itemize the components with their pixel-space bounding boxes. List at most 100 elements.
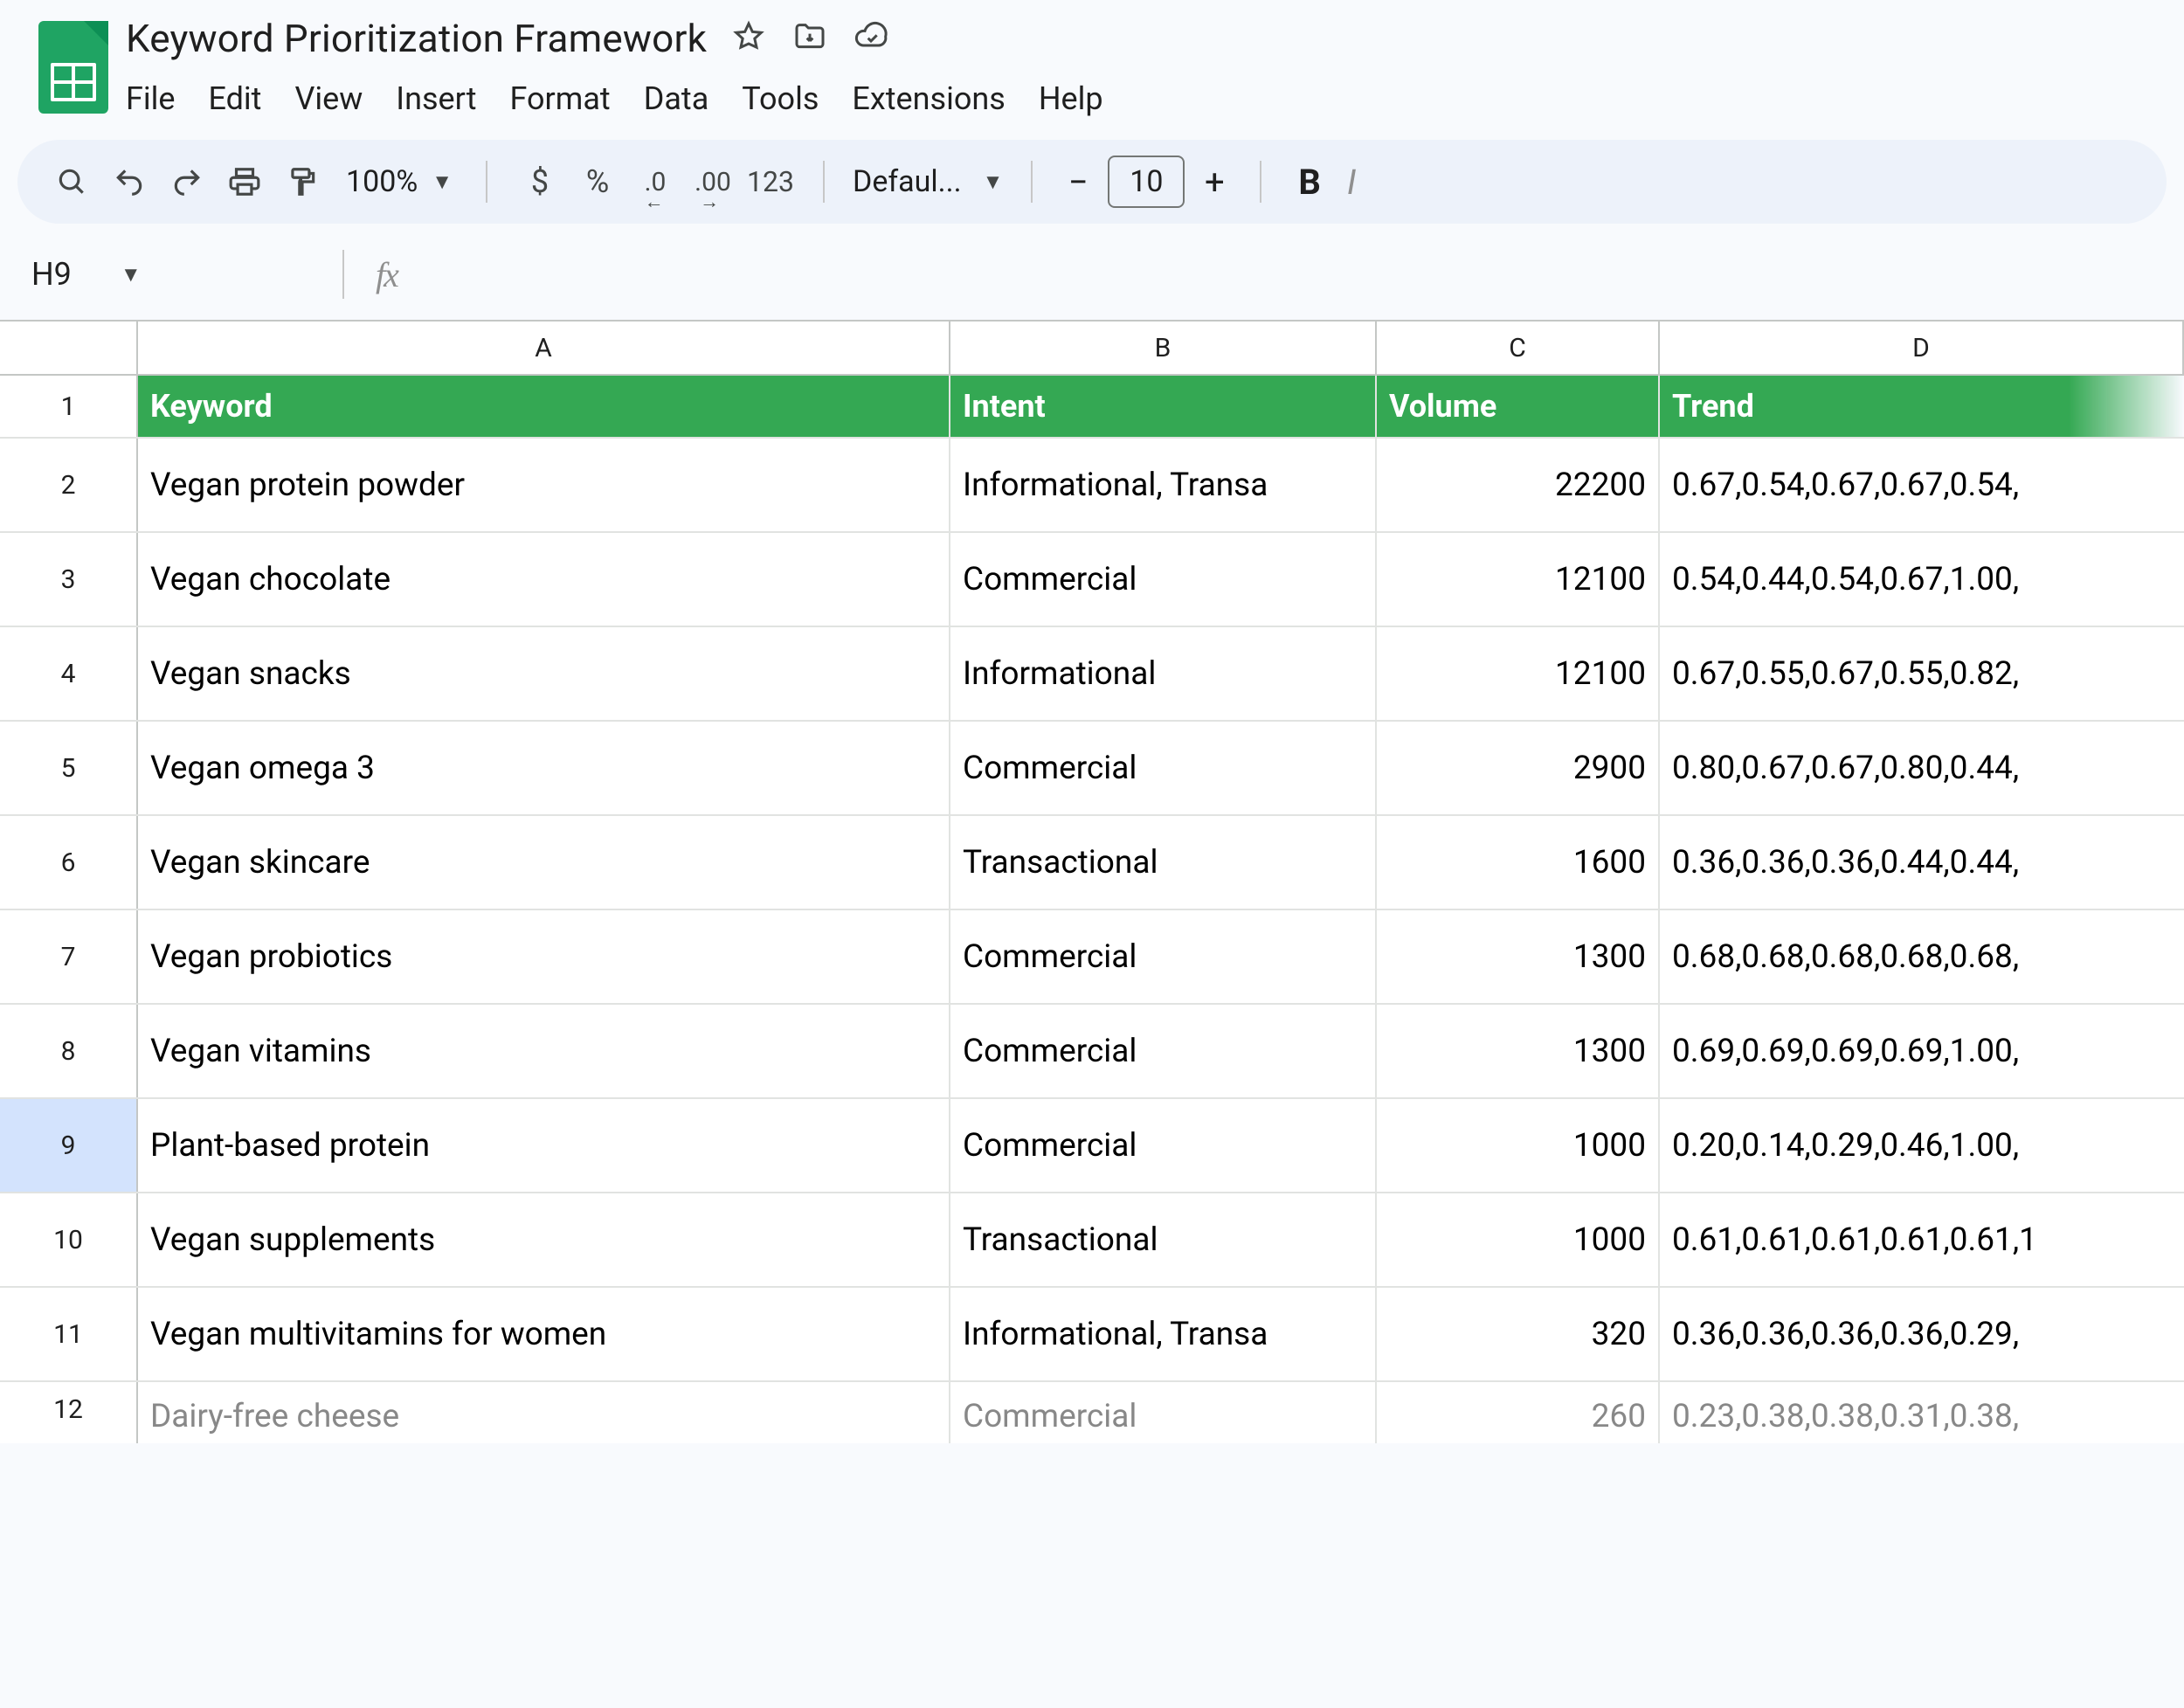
- cell-keyword[interactable]: Vegan protein powder: [138, 439, 950, 531]
- header-trend[interactable]: Trend: [1660, 376, 2184, 437]
- row-header[interactable]: 11: [0, 1288, 138, 1380]
- select-all-corner[interactable]: [0, 322, 138, 376]
- header-intent[interactable]: Intent: [950, 376, 1377, 437]
- number-format-icon[interactable]: 123: [746, 157, 795, 206]
- menu-tools[interactable]: Tools: [742, 80, 819, 117]
- col-header-d[interactable]: D: [1660, 322, 2184, 374]
- cell-intent[interactable]: Commercial: [950, 533, 1377, 626]
- row-header[interactable]: 1: [0, 376, 138, 437]
- menu-help[interactable]: Help: [1039, 80, 1103, 117]
- cell-volume[interactable]: 12100: [1377, 533, 1660, 626]
- currency-icon[interactable]: $: [515, 157, 564, 206]
- header-volume[interactable]: Volume: [1377, 376, 1660, 437]
- cell-volume[interactable]: 1300: [1377, 910, 1660, 1003]
- cell-keyword[interactable]: Vegan multivitamins for women: [138, 1288, 950, 1380]
- cell-volume[interactable]: 1000: [1377, 1099, 1660, 1192]
- row-header[interactable]: 10: [0, 1193, 138, 1286]
- menu-format[interactable]: Format: [510, 80, 611, 117]
- name-box[interactable]: H9 ▼: [31, 256, 311, 293]
- cell-intent[interactable]: Commercial: [950, 1099, 1377, 1192]
- font-family-dropdown[interactable]: Defaul... ▼: [853, 164, 1003, 199]
- cell-volume[interactable]: 1600: [1377, 816, 1660, 909]
- formula-bar[interactable]: [406, 257, 2184, 292]
- cell-trend[interactable]: 0.36,0.36,0.36,0.44,0.44,: [1660, 816, 2184, 909]
- zoom-dropdown[interactable]: 100% ▼: [341, 164, 453, 199]
- cell-trend[interactable]: 0.67,0.54,0.67,0.67,0.54,: [1660, 439, 2184, 531]
- row-header[interactable]: 5: [0, 722, 138, 814]
- cell-keyword[interactable]: Vegan chocolate: [138, 533, 950, 626]
- cell-keyword[interactable]: Vegan skincare: [138, 816, 950, 909]
- row-header[interactable]: 8: [0, 1005, 138, 1097]
- cell-trend[interactable]: 0.20,0.14,0.29,0.46,1.00,: [1660, 1099, 2184, 1192]
- cell-trend[interactable]: 0.23,0.38,0.38,0.31,0.38,: [1660, 1382, 2184, 1443]
- cell-intent[interactable]: Transactional: [950, 816, 1377, 909]
- menu-data[interactable]: Data: [644, 80, 709, 117]
- cell-trend[interactable]: 0.68,0.68,0.68,0.68,0.68,: [1660, 910, 2184, 1003]
- col-header-b[interactable]: B: [950, 322, 1377, 374]
- separator: [342, 250, 344, 299]
- move-to-folder-icon[interactable]: [792, 19, 827, 58]
- row-header[interactable]: 3: [0, 533, 138, 626]
- cell-intent[interactable]: Commercial: [950, 1382, 1377, 1443]
- cell-volume[interactable]: 22200: [1377, 439, 1660, 531]
- cell-volume[interactable]: 320: [1377, 1288, 1660, 1380]
- cell-volume[interactable]: 1000: [1377, 1193, 1660, 1286]
- cell-keyword[interactable]: Vegan snacks: [138, 627, 950, 720]
- cell-intent[interactable]: Commercial: [950, 722, 1377, 814]
- cell-keyword[interactable]: Plant-based protein: [138, 1099, 950, 1192]
- percent-icon[interactable]: %: [573, 157, 622, 206]
- cell-trend[interactable]: 0.61,0.61,0.61,0.61,0.61,1: [1660, 1193, 2184, 1286]
- row-header[interactable]: 6: [0, 816, 138, 909]
- italic-button[interactable]: I: [1338, 162, 1365, 203]
- cell-volume[interactable]: 2900: [1377, 722, 1660, 814]
- doc-title[interactable]: Keyword Prioritization Framework: [126, 16, 707, 61]
- cell-intent[interactable]: Informational, Transa: [950, 439, 1377, 531]
- col-header-a[interactable]: A: [138, 322, 950, 374]
- cell-intent[interactable]: Informational, Transa: [950, 1288, 1377, 1380]
- col-header-c[interactable]: C: [1377, 322, 1660, 374]
- cell-trend[interactable]: 0.36,0.36,0.36,0.36,0.29,: [1660, 1288, 2184, 1380]
- increase-decimal-icon[interactable]: .00→: [688, 157, 737, 206]
- cell-intent[interactable]: Transactional: [950, 1193, 1377, 1286]
- cell-volume[interactable]: 1300: [1377, 1005, 1660, 1097]
- print-icon[interactable]: [220, 157, 269, 206]
- sheets-logo[interactable]: [38, 21, 108, 114]
- bold-button[interactable]: B: [1289, 162, 1330, 203]
- cell-keyword[interactable]: Vegan vitamins: [138, 1005, 950, 1097]
- font-size-input[interactable]: 10: [1108, 156, 1185, 208]
- menu-file[interactable]: File: [126, 80, 176, 117]
- menu-view[interactable]: View: [294, 80, 363, 117]
- row-header[interactable]: 7: [0, 910, 138, 1003]
- cell-trend[interactable]: 0.69,0.69,0.69,0.69,1.00,: [1660, 1005, 2184, 1097]
- redo-icon[interactable]: [162, 157, 211, 206]
- row-header[interactable]: 12: [0, 1382, 138, 1443]
- cell-keyword[interactable]: Vegan probiotics: [138, 910, 950, 1003]
- row-header[interactable]: 9: [0, 1099, 138, 1192]
- cell-trend[interactable]: 0.54,0.44,0.54,0.67,1.00,: [1660, 533, 2184, 626]
- font-size-increase[interactable]: +: [1197, 162, 1232, 203]
- cell-volume[interactable]: 12100: [1377, 627, 1660, 720]
- column-headers: A B C D: [138, 322, 2184, 376]
- decrease-decimal-icon[interactable]: .0←: [631, 157, 680, 206]
- menu-insert[interactable]: Insert: [396, 80, 476, 117]
- search-icon[interactable]: [47, 157, 96, 206]
- row-header[interactable]: 4: [0, 627, 138, 720]
- cell-keyword[interactable]: Dairy-free cheese: [138, 1382, 950, 1443]
- menu-extensions[interactable]: Extensions: [852, 80, 1005, 117]
- cell-keyword[interactable]: Vegan supplements: [138, 1193, 950, 1286]
- menu-edit[interactable]: Edit: [209, 80, 262, 117]
- cell-trend[interactable]: 0.67,0.55,0.67,0.55,0.82,: [1660, 627, 2184, 720]
- row-header[interactable]: 2: [0, 439, 138, 531]
- header-keyword[interactable]: Keyword: [138, 376, 950, 437]
- cell-intent[interactable]: Commercial: [950, 910, 1377, 1003]
- undo-icon[interactable]: [105, 157, 154, 206]
- cell-intent[interactable]: Commercial: [950, 1005, 1377, 1097]
- cell-trend[interactable]: 0.80,0.67,0.67,0.80,0.44,: [1660, 722, 2184, 814]
- cell-keyword[interactable]: Vegan omega 3: [138, 722, 950, 814]
- star-icon[interactable]: [731, 19, 766, 58]
- font-size-decrease[interactable]: −: [1061, 162, 1095, 203]
- cloud-status-icon[interactable]: [854, 19, 888, 58]
- cell-intent[interactable]: Informational: [950, 627, 1377, 720]
- paint-format-icon[interactable]: [278, 157, 327, 206]
- cell-volume[interactable]: 260: [1377, 1382, 1660, 1443]
